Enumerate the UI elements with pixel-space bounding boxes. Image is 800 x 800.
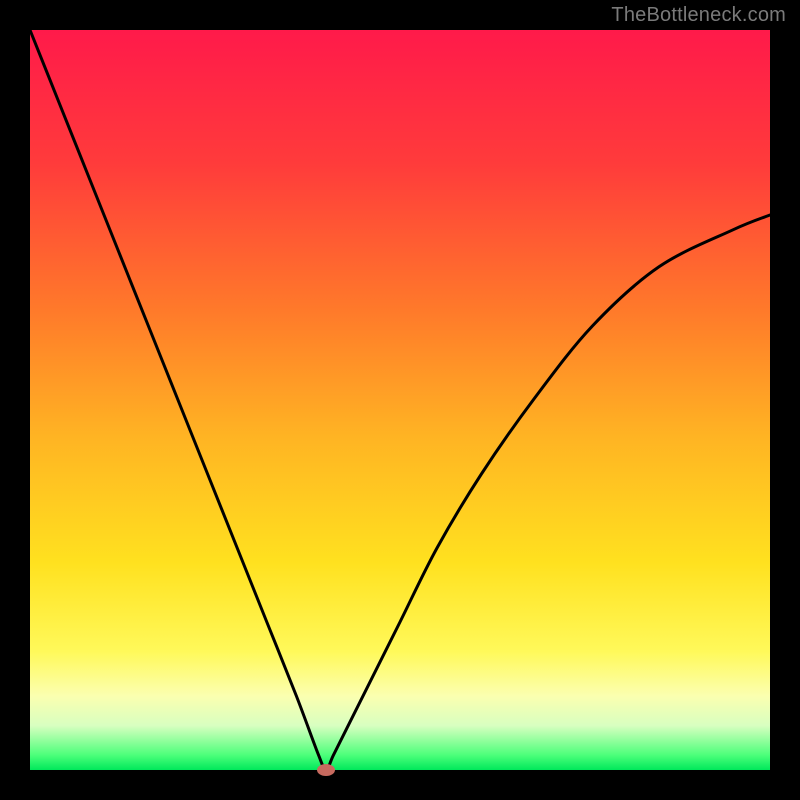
- bottleneck-chart: [0, 0, 800, 800]
- gradient-background: [30, 30, 770, 770]
- watermark-text: TheBottleneck.com: [611, 4, 786, 27]
- chart-frame: TheBottleneck.com: [0, 0, 800, 800]
- minimum-marker: [317, 764, 335, 776]
